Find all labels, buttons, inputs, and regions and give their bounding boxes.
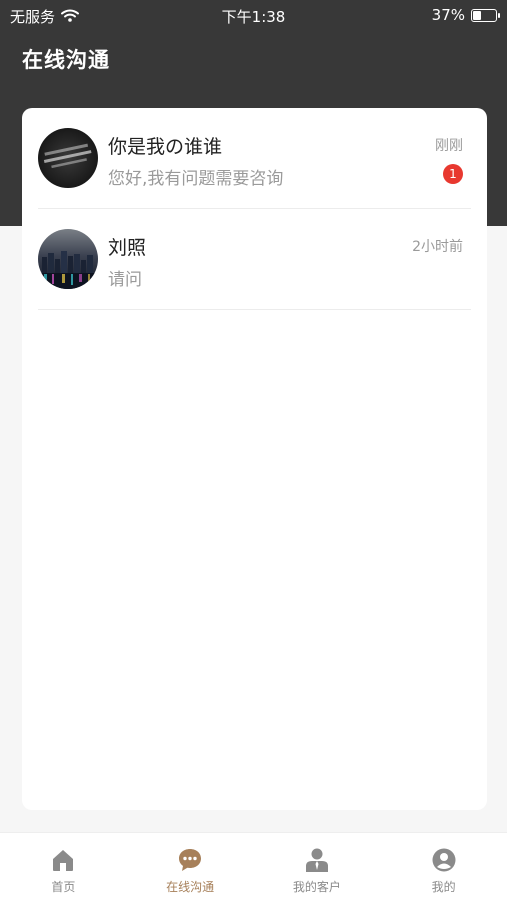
tab-bar: 首页 在线沟通 我的客户 我的 [0, 832, 507, 900]
home-icon [50, 847, 76, 873]
conversation-item[interactable]: 刘照 请问 2小时前 [38, 209, 471, 310]
profile-icon [431, 847, 457, 873]
page-title: 在线沟通 [22, 48, 110, 72]
customers-icon [304, 847, 330, 873]
conversation-name: 你是我の谁谁 [108, 136, 223, 158]
status-right: 37% [431, 6, 500, 24]
status-bar: 无服务 下午1:38 37% [0, 0, 507, 30]
chat-icon [177, 847, 203, 873]
tab-label: 我的客户 [292, 880, 341, 894]
tab-customers[interactable]: 我的客户 [254, 833, 381, 900]
avatar [38, 128, 98, 188]
avatar [38, 229, 98, 289]
battery-level [473, 10, 481, 20]
conversation-item[interactable]: 你是我の谁谁 您好,我有问题需要咨询 刚刚 1 [38, 108, 471, 209]
conversation-name: 刘照 [108, 237, 147, 259]
tab-chat[interactable]: 在线沟通 [127, 833, 254, 900]
battery-percent: 37% [431, 6, 465, 24]
conversation-time: 刚刚 [435, 138, 463, 154]
conversation-last-message: 您好,我有问题需要咨询 [108, 169, 284, 189]
conversation-list: 你是我の谁谁 您好,我有问题需要咨询 刚刚 1 刘照 请问 2小时前 [22, 108, 487, 810]
tab-label: 首页 [51, 880, 76, 894]
tab-home[interactable]: 首页 [0, 833, 127, 900]
conversation-time: 2小时前 [412, 239, 463, 255]
tab-label: 在线沟通 [166, 880, 215, 894]
conversation-last-message: 请问 [108, 270, 142, 290]
tab-label: 我的 [431, 880, 456, 894]
tab-profile[interactable]: 我的 [380, 833, 507, 900]
unread-badge: 1 [443, 164, 463, 184]
battery-icon [471, 8, 500, 22]
